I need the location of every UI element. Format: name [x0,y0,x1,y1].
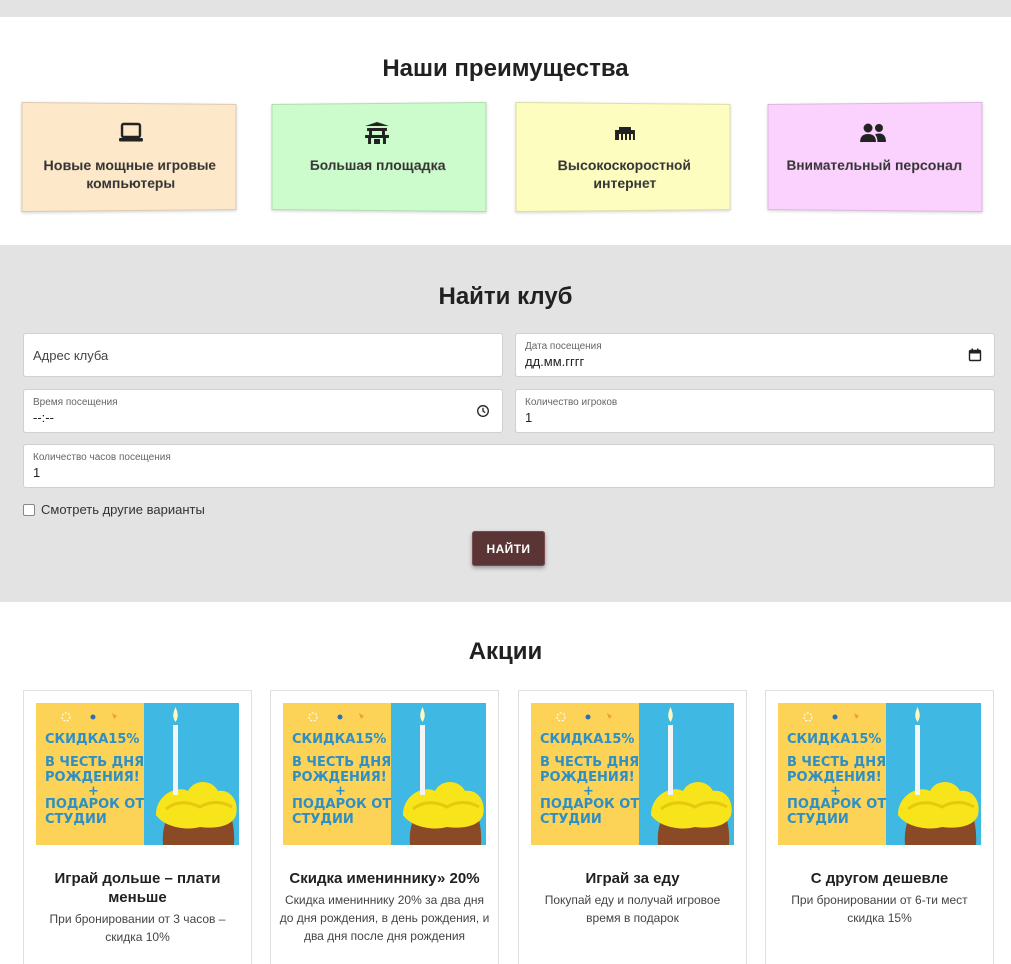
promo-description: При бронировании от 3 часов – скидка 10% [49,912,226,944]
banner-text-line: В ЧЕСТЬ ДНЯ [787,755,886,770]
time-field[interactable]: Время посещения --:-- [23,389,503,433]
date-field[interactable]: Дата посещения дд.мм.гггг [515,333,995,377]
advantage-label: Большая площадка [309,157,446,174]
birthday-cupcake-banner: СКИДКА15% В ЧЕСТЬ ДНЯ РОЖДЕНИЯ! + ПОДАРО… [36,703,239,845]
promo-card[interactable]: СКИДКА15% В ЧЕСТЬ ДНЯ РОЖДЕНИЯ! + ПОДАРО… [518,690,747,964]
banner-text-line: РОЖДЕНИЯ! [787,770,882,785]
top-bar [0,0,1011,17]
users-icon [769,119,982,146]
promo-description: Скидка имениннику 20% за два дня до дня … [279,893,490,943]
promo-card[interactable]: СКИДКА15% В ЧЕСТЬ ДНЯ РОЖДЕНИЯ! + ПОДАРО… [23,690,252,964]
banner-text-line: ПОДАРОК ОТ [45,797,144,812]
clock-icon[interactable] [476,404,490,418]
players-label: Количество игроков [525,397,618,408]
banner-text-line: ПОДАРОК ОТ [292,797,391,812]
address-field[interactable]: Адрес клуба [23,333,503,377]
banner-text-line: РОЖДЕНИЯ! [540,770,635,785]
banner-text-line: В ЧЕСТЬ ДНЯ [540,755,639,770]
time-value: --:-- [33,410,54,425]
ethernet-icon [517,119,730,146]
hours-field[interactable]: Количество часов посещения 1 [23,444,995,488]
advantage-label: Новые мощные игровые компьютеры [43,157,216,192]
promo-description: Покупай еду и получай игровое время в по… [544,893,721,925]
date-label: Дата посещения [525,341,602,352]
banner-text-line: СКИДКА15% [292,732,386,747]
promo-banner-image: СКИДКА15% В ЧЕСТЬ ДНЯ РОЖДЕНИЯ! + ПОДАРО… [531,703,734,845]
pagoda-icon [273,119,486,146]
hours-value: 1 [33,465,41,480]
address-placeholder: Адрес клуба [33,348,109,363]
promo-banner-image: СКИДКА15% В ЧЕСТЬ ДНЯ РОЖДЕНИЯ! + ПОДАРО… [778,703,981,845]
time-label: Время посещения [33,397,118,408]
banner-text-line: СКИДКА15% [540,732,634,747]
promo-title: Скидка имениннику» 20% [289,870,480,887]
promo-title: Играй дольше – плати меньше [54,870,221,906]
birthday-cupcake-banner: СКИДКА15% В ЧЕСТЬ ДНЯ РОЖДЕНИЯ! + ПОДАРО… [778,703,981,845]
banner-text-line: В ЧЕСТЬ ДНЯ [292,755,391,770]
banner-text-line: В ЧЕСТЬ ДНЯ [45,755,144,770]
promo-title: С другом дешевле [810,870,949,887]
other-options-checkbox[interactable] [23,503,35,516]
date-value: дд.мм.гггг [525,354,585,369]
advantages-section: Наши преимущества Новые мощные игровые к… [0,17,1011,245]
hours-label: Количество часов посещения [33,452,171,463]
banner-text-line: СТУДИИ [787,812,849,827]
players-value: 1 [525,410,533,425]
advantage-card-staff: Внимательный персонал [767,101,983,213]
advantage-label: Внимательный персонал [786,157,963,174]
birthday-cupcake-banner: СКИДКА15% В ЧЕСТЬ ДНЯ РОЖДЕНИЯ! + ПОДАРО… [531,703,734,845]
other-options-row: Смотреть другие варианты [23,502,205,517]
banner-text-line: СТУДИИ [45,812,107,827]
other-options-label[interactable]: Смотреть другие варианты [41,502,205,517]
promo-description: При бронировании от 6-ти мест скидка 15% [791,893,968,925]
banner-text-line: СКИДКА15% [787,732,881,747]
advantage-card-computers: Новые мощные игровые компьютеры [21,101,237,213]
banner-text-line: РОЖДЕНИЯ! [45,770,140,785]
banner-text-line: РОЖДЕНИЯ! [292,770,387,785]
banner-text-line: ПОДАРОК ОТ [787,797,886,812]
players-field[interactable]: Количество игроков 1 [515,389,995,433]
promo-title: Играй за еду [585,870,680,887]
advantage-label: Высокоскоростной интернет [557,157,691,192]
find-club-title: Найти клуб [438,283,573,310]
promo-banner-image: СКИДКА15% В ЧЕСТЬ ДНЯ РОЖДЕНИЯ! + ПОДАРО… [283,703,486,845]
promo-card[interactable]: СКИДКА15% В ЧЕСТЬ ДНЯ РОЖДЕНИЯ! + ПОДАРО… [765,690,994,964]
advantages-title: Наши преимущества [382,55,629,82]
banner-text-line: СКИДКА15% [45,732,139,747]
birthday-cupcake-banner: СКИДКА15% В ЧЕСТЬ ДНЯ РОЖДЕНИЯ! + ПОДАРО… [283,703,486,845]
find-club-section: Найти клуб Адрес клуба Дата посещения дд… [0,245,1011,602]
calendar-icon[interactable] [968,348,982,362]
find-button[interactable]: НАЙТИ [472,531,545,566]
promos-section: Акции СКИДКА15% В ЧЕСТЬ ДНЯ РОЖДЕНИЯ! + … [0,602,1011,964]
laptop-icon [23,119,236,146]
banner-text-line: СТУДИИ [292,812,354,827]
banner-text-line: ПОДАРОК ОТ [540,797,639,812]
banner-text-line: СТУДИИ [540,812,602,827]
promo-card[interactable]: СКИДКА15% В ЧЕСТЬ ДНЯ РОЖДЕНИЯ! + ПОДАРО… [270,690,499,964]
advantage-card-internet: Высокоскоростной интернет [515,101,731,213]
promos-title: Акции [468,638,543,665]
advantage-card-area: Большая площадка [271,101,487,213]
promo-banner-image: СКИДКА15% В ЧЕСТЬ ДНЯ РОЖДЕНИЯ! + ПОДАРО… [36,703,239,845]
